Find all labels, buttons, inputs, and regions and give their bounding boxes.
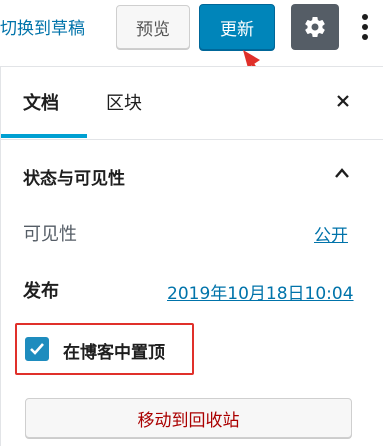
gear-icon [305, 16, 325, 37]
more-options-button[interactable] [350, 4, 380, 50]
visibility-label: 可见性 [23, 224, 77, 245]
sidebar-tabs: 文档 区块 [1, 67, 383, 140]
publish-label: 发布 [23, 281, 59, 302]
settings-button[interactable] [291, 4, 339, 50]
update-button[interactable]: 更新 [199, 4, 275, 50]
tab-block[interactable]: 区块 [106, 89, 142, 115]
checkmark-icon [30, 343, 44, 355]
publish-date-toggle[interactable]: 2019年10月18日10:04 [167, 279, 354, 304]
chevron-up-icon[interactable] [333, 166, 351, 180]
close-sidebar-button[interactable] [331, 89, 355, 113]
settings-sidebar: 文档 区块 状态与可见性 可见性 公开 发布 2019年10月18日10:04 … [0, 66, 383, 446]
preview-button[interactable]: 预览 [116, 5, 190, 49]
editor-toolbar: 切换到草稿 预览 更新 [0, 0, 383, 57]
tab-document[interactable]: 文档 [23, 89, 59, 115]
vertical-ellipsis-icon [362, 14, 368, 40]
visibility-toggle[interactable]: 公开 [314, 221, 348, 246]
active-tab-indicator [1, 134, 87, 138]
switch-to-draft-link[interactable]: 切换到草稿 [0, 14, 85, 39]
move-to-trash-button[interactable]: 移动到回收站 [25, 398, 352, 438]
close-icon [337, 95, 349, 107]
status-visibility-heading[interactable]: 状态与可见性 [23, 164, 125, 189]
sticky-label[interactable]: 在博客中置顶 [63, 338, 165, 363]
sticky-checkbox[interactable] [25, 337, 49, 361]
